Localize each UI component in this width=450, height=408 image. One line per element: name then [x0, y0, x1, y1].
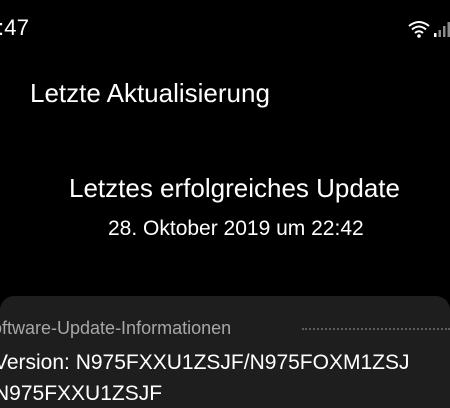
wifi-icon	[408, 20, 430, 38]
last-update-card: Letztes erfolgreiches Update 28. Oktober…	[0, 160, 450, 260]
software-info-panel: oftware-Update-Informationen Version: N9…	[0, 296, 450, 408]
version-text-continued: N975FXXU1ZSJF	[0, 382, 163, 405]
signal-icon	[433, 21, 450, 38]
section-divider	[302, 328, 450, 330]
last-update-date: 28. Oktober 2019 um 22:42	[108, 217, 364, 240]
software-info-header: oftware-Update-Informationen	[0, 318, 232, 338]
status-bar: :47	[0, 0, 450, 60]
page-title: Letzte Aktualisierung	[30, 78, 270, 108]
version-text: Version: N975FXXU1ZSJF/N975FOXM1ZSJ	[0, 351, 410, 374]
status-time: :47	[0, 15, 30, 40]
last-update-title: Letztes erfolgreiches Update	[69, 173, 400, 203]
